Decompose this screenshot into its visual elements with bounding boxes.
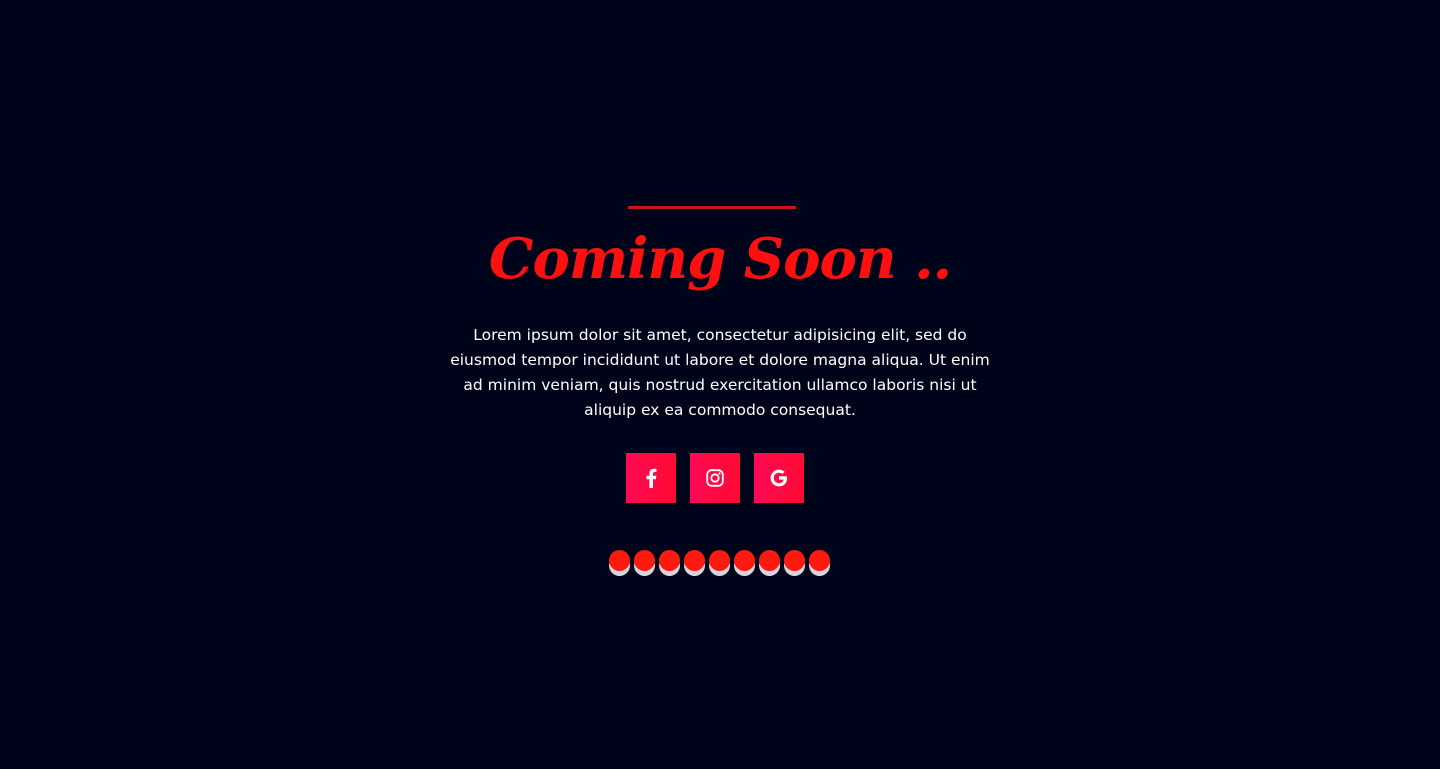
loading-dot bbox=[609, 550, 631, 576]
loading-dot bbox=[784, 550, 806, 576]
loading-dot bbox=[734, 550, 756, 576]
page-title: Coming Soon .. bbox=[488, 226, 952, 292]
facebook-icon bbox=[645, 468, 657, 488]
facebook-button[interactable] bbox=[626, 453, 676, 503]
loading-dots bbox=[609, 550, 831, 578]
google-icon bbox=[770, 469, 788, 487]
social-links bbox=[626, 453, 804, 503]
title-divider bbox=[628, 206, 796, 209]
loading-dot bbox=[659, 550, 681, 576]
loading-dot bbox=[759, 550, 781, 576]
page-description: Lorem ipsum dolor sit amet, consectetur … bbox=[450, 326, 990, 419]
instagram-button[interactable] bbox=[690, 453, 740, 503]
google-button[interactable] bbox=[754, 453, 804, 503]
loading-dot bbox=[709, 550, 731, 576]
loading-dot bbox=[634, 550, 656, 576]
loading-dot bbox=[684, 550, 706, 576]
loading-dot bbox=[809, 550, 831, 576]
coming-soon-page: Coming Soon .. Lorem ipsum dolor sit ame… bbox=[0, 0, 1440, 769]
instagram-icon bbox=[706, 469, 724, 487]
